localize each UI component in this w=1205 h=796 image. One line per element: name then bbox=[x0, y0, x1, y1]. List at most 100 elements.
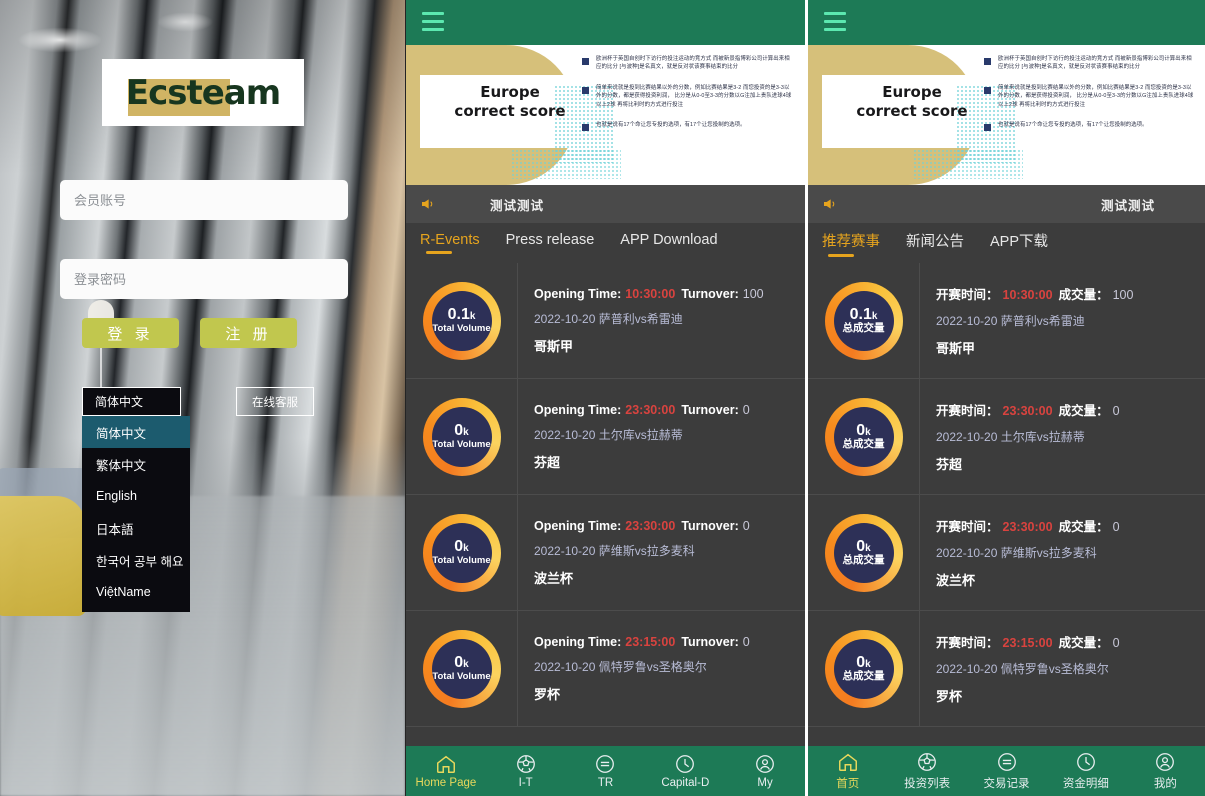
bullet-square-icon bbox=[582, 86, 589, 94]
login-button[interactable]: 登 录 bbox=[82, 318, 179, 348]
nav-transaction-label: TR bbox=[597, 777, 614, 789]
table-row[interactable]: 0k Total Volume Opening Time: 23:15:00 Tur… bbox=[406, 610, 805, 727]
bottom-nav-zh[interactable]: 首页 投资列表 交易记录 资金明细 我的 bbox=[808, 746, 1205, 796]
volume-donut: 0k 总成交量 bbox=[824, 397, 903, 476]
soccer-ball-icon bbox=[516, 755, 535, 773]
nav-capital-label: Capital-D bbox=[661, 777, 710, 789]
nav-capital[interactable]: Capital-D bbox=[645, 753, 725, 789]
table-row[interactable]: 0k 总成交量 开赛时间： 23:15:00 成交量： 0 2022-10-20 佩特… bbox=[808, 610, 1205, 727]
screenshot-root: Ecsteam 登 录 注 册 简体中文 简体中文 繁体中文 English 日… bbox=[0, 0, 1205, 796]
megaphone-icon bbox=[824, 199, 835, 209]
event-info: Opening Time: 23:30:00 Turnover: 0 2022-10-… bbox=[518, 519, 805, 587]
volume-donut: 0k Total Volume bbox=[422, 513, 501, 592]
nav-investment[interactable]: 投资列表 bbox=[887, 751, 966, 791]
opening-time-label: Opening Time: bbox=[534, 286, 622, 301]
event-match-line: 2022-10-20 佩特罗鲁vs圣格奥尔 bbox=[534, 658, 805, 675]
opening-time-value: 23:15:00 bbox=[625, 634, 676, 649]
tab-app-download[interactable]: APP Download bbox=[620, 232, 717, 254]
language-option-0[interactable]: 简体中文 bbox=[82, 416, 190, 448]
event-info: Opening Time: 23:30:00 Turnover: 0 2022-10-… bbox=[518, 403, 805, 471]
customer-service-button[interactable]: 在线客服 bbox=[236, 387, 314, 416]
language-option-3[interactable]: 日本語 bbox=[82, 512, 190, 544]
hamburger-menu-icon[interactable] bbox=[422, 12, 444, 36]
nav-my[interactable]: 我的 bbox=[1126, 751, 1205, 791]
bullet-text: 欧洲杯于英国自创时下访行的投注运动的竞方式 而被新景指博彩公司计算出来相应的比分… bbox=[596, 56, 790, 71]
bullet-text: 欧洲杯于英国自创时下访行的投注运动的竞方式 而被新景指博彩公司计算出来相应的比分… bbox=[998, 56, 1192, 71]
password-input[interactable] bbox=[60, 259, 348, 299]
volume-value: 0k bbox=[454, 422, 469, 440]
event-match: 佩特罗鲁vs圣格奥尔 bbox=[1000, 662, 1109, 676]
nav-investment[interactable]: I-T bbox=[486, 753, 566, 789]
phone-panel-english: Europe correct score 欧洲杯于英国自创时下访行的投注运动的竞… bbox=[405, 0, 805, 796]
account-input[interactable] bbox=[60, 180, 348, 220]
table-row[interactable]: 0.1k 总成交量 开赛时间： 10:30:00 成交量： 100 2022-10-2… bbox=[808, 262, 1205, 379]
event-league: 波兰杯 bbox=[534, 570, 574, 586]
event-match: 佩特罗鲁vs圣格奥尔 bbox=[598, 659, 707, 674]
event-info: Opening Time: 10:30:00 Turnover: 100 2022-1… bbox=[518, 287, 805, 355]
volume-label: 总成交量 bbox=[842, 554, 885, 567]
transaction-icon bbox=[997, 753, 1016, 771]
event-info: 开赛时间： 23:15:00 成交量： 0 2022-10-20 佩特罗鲁vs圣格奥尔… bbox=[920, 632, 1205, 705]
nav-home[interactable]: Home Page bbox=[406, 753, 486, 789]
tab-bar-en[interactable]: R-Events Press release APP Download bbox=[406, 223, 805, 263]
opening-time-label: 开赛时间： bbox=[936, 404, 999, 418]
event-date: 2022-10-20 bbox=[936, 430, 998, 444]
tab-press-release[interactable]: Press release bbox=[506, 232, 595, 254]
language-option-4[interactable]: 한국어 공부 해요 bbox=[82, 544, 190, 576]
event-list-zh: 0.1k 总成交量 开赛时间： 10:30:00 成交量： 100 2022-10-2… bbox=[808, 262, 1205, 727]
table-row[interactable]: 0k Total Volume Opening Time: 23:30:00 Tur… bbox=[406, 494, 805, 611]
table-row[interactable]: 0k 总成交量 开赛时间： 23:30:00 成交量： 0 2022-10-20 萨维… bbox=[808, 494, 1205, 611]
event-meta-line: 开赛时间： 23:15:00 成交量： 0 bbox=[936, 632, 1205, 651]
banner-bullet-item: 简单来说就是投到比赛结果以外的分数，例如比赛结果是3-2 而您投资的是3-3以外… bbox=[582, 84, 794, 109]
announcement-bar-en[interactable]: 测试测试 bbox=[406, 185, 805, 223]
volume-badge-cell: 0k 总成交量 bbox=[808, 610, 920, 727]
tab-bar-zh[interactable]: 推荐赛事 新闻公告 APP下载 bbox=[808, 223, 1205, 263]
nav-transaction-label: 交易记录 bbox=[983, 778, 1030, 790]
tab-news-announcement[interactable]: 新闻公告 bbox=[906, 230, 964, 257]
nav-transaction[interactable]: 交易记录 bbox=[967, 751, 1046, 791]
bottom-nav-en[interactable]: Home Page I-T TR Capital-D My bbox=[406, 746, 805, 796]
language-dropdown-menu[interactable]: 简体中文 繁体中文 English 日本語 한국어 공부 해요 ViệtName bbox=[82, 416, 190, 612]
opening-time-label: Opening Time: bbox=[534, 518, 622, 533]
register-button[interactable]: 注 册 bbox=[200, 318, 297, 348]
nav-home[interactable]: 首页 bbox=[808, 751, 887, 791]
tab-app-download[interactable]: APP下载 bbox=[990, 230, 1048, 257]
turnover-value: 0 bbox=[1112, 520, 1120, 534]
nav-capital[interactable]: 资金明细 bbox=[1046, 751, 1125, 791]
volume-badge-cell: 0.1k 总成交量 bbox=[808, 262, 920, 379]
event-meta-line: Opening Time: 10:30:00 Turnover: 100 bbox=[534, 287, 805, 301]
turnover-value: 100 bbox=[1112, 288, 1134, 302]
event-date: 2022-10-20 bbox=[936, 546, 998, 560]
turnover-value: 0 bbox=[742, 634, 750, 649]
event-match-line: 2022-10-20 萨维斯vs拉多麦科 bbox=[936, 544, 1205, 561]
language-select[interactable]: 简体中文 bbox=[82, 387, 181, 416]
table-row[interactable]: 0k Total Volume Opening Time: 23:30:00 Tur… bbox=[406, 378, 805, 495]
opening-time-value: 23:30:00 bbox=[1002, 520, 1053, 534]
event-meta-line: 开赛时间： 23:30:00 成交量： 0 bbox=[936, 516, 1205, 535]
event-list-en: 0.1k Total Volume Opening Time: 10:30:00 T… bbox=[406, 262, 805, 727]
language-option-1[interactable]: 繁体中文 bbox=[82, 448, 190, 480]
tab-r-events[interactable]: R-Events bbox=[420, 232, 480, 254]
tab-recommended-events[interactable]: 推荐赛事 bbox=[822, 230, 880, 257]
volume-badge-cell: 0k Total Volume bbox=[406, 494, 518, 611]
turnover-label: Turnover: bbox=[681, 518, 739, 533]
hamburger-menu-icon[interactable] bbox=[824, 12, 846, 36]
turnover-value: 0 bbox=[1112, 404, 1120, 418]
megaphone-icon bbox=[422, 199, 433, 209]
turnover-value: 0 bbox=[742, 518, 750, 533]
volume-badge-cell: 0k 总成交量 bbox=[808, 378, 920, 495]
nav-transaction[interactable]: TR bbox=[566, 753, 646, 789]
table-row[interactable]: 0.1k Total Volume Opening Time: 10:30:00 T… bbox=[406, 262, 805, 379]
volume-value: 0k bbox=[454, 538, 469, 556]
announcement-bar-zh[interactable]: 测试测试 bbox=[808, 185, 1205, 223]
language-option-5[interactable]: ViệtName bbox=[82, 576, 190, 608]
event-match-line: 2022-10-20 土尔库vs拉赫蒂 bbox=[534, 426, 805, 443]
event-match: 萨维斯vs拉多麦科 bbox=[598, 543, 695, 558]
banner-dot-pattern-2 bbox=[511, 149, 621, 179]
nav-my[interactable]: My bbox=[725, 753, 805, 789]
event-match: 萨维斯vs拉多麦科 bbox=[1000, 546, 1097, 560]
event-info: 开赛时间： 23:30:00 成交量： 0 2022-10-20 萨维斯vs拉多麦科 … bbox=[920, 516, 1205, 589]
language-option-2[interactable]: English bbox=[82, 480, 190, 512]
event-info: 开赛时间： 23:30:00 成交量： 0 2022-10-20 土尔库vs拉赫蒂 芬… bbox=[920, 400, 1205, 473]
table-row[interactable]: 0k 总成交量 开赛时间： 23:30:00 成交量： 0 2022-10-20 土尔… bbox=[808, 378, 1205, 495]
